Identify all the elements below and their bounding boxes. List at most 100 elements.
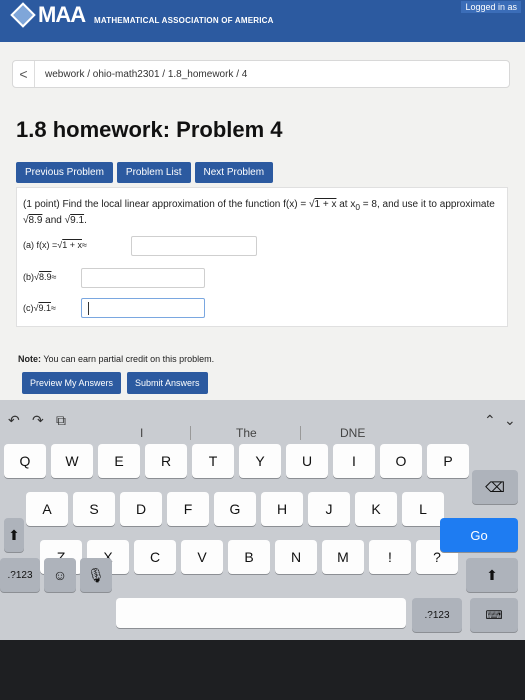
part-b-prefix: (b)	[23, 272, 34, 282]
answer-input-c[interactable]	[81, 298, 205, 318]
suggestion-2[interactable]: The	[236, 426, 257, 440]
shift-icon: ⬆	[8, 526, 20, 543]
approx-symbol-a: ≈	[81, 240, 87, 250]
shift-key-right[interactable]: ⬆	[466, 558, 518, 592]
microphone-icon: 🎙	[87, 566, 105, 583]
key-k[interactable]: K	[355, 492, 397, 526]
breadcrumb-path[interactable]: webwork / ohio-math2301 / 1.8_homework /…	[35, 69, 247, 80]
key-y[interactable]: Y	[239, 444, 281, 478]
desk-background	[0, 640, 525, 700]
submit-answers-button[interactable]: Submit Answers	[127, 372, 208, 394]
key-a[interactable]: A	[26, 492, 68, 526]
backspace-icon: ⌫	[485, 478, 505, 495]
suggestion-divider	[190, 426, 191, 440]
key-l[interactable]: L	[402, 492, 444, 526]
key-m[interactable]: M	[322, 540, 364, 574]
backspace-key[interactable]: ⌫	[472, 470, 518, 504]
numbers-key-left[interactable]: .?123	[0, 558, 40, 592]
key-q[interactable]: Q	[4, 444, 46, 478]
key-v[interactable]: V	[181, 540, 223, 574]
paste-icon[interactable]: ⧉	[56, 412, 66, 429]
breadcrumb-back-button[interactable]: <	[13, 61, 35, 87]
part-c-label: (c) √ 9.1 ≈	[23, 303, 56, 313]
keyboard-toolbar: ↶ ↷ ⧉ I The DNE ⌃ ⌄	[0, 400, 525, 440]
part-a-label: (a) f(x) = √ 1 + x ≈	[23, 240, 87, 250]
key-c[interactable]: C	[134, 540, 176, 574]
period: .	[84, 215, 87, 226]
part-c-radicand: 9.1	[38, 303, 51, 313]
key-sym[interactable]: !	[369, 540, 411, 574]
key-t[interactable]: T	[192, 444, 234, 478]
shift-icon: ⬆	[486, 566, 498, 583]
part-b-label: (b) √ 8.9 ≈	[23, 272, 57, 282]
text-cursor	[88, 302, 89, 315]
key-f[interactable]: F	[167, 492, 209, 526]
next-problem-button[interactable]: Next Problem	[194, 162, 274, 183]
redo-icon[interactable]: ↷	[32, 412, 44, 429]
key-r[interactable]: R	[145, 444, 187, 478]
key-j[interactable]: J	[308, 492, 350, 526]
answer-input-a[interactable]	[131, 236, 257, 256]
microphone-key[interactable]: 🎙	[80, 558, 112, 592]
suggestion-1[interactable]: I	[140, 426, 143, 440]
part-a-radicand: 1 + x	[62, 240, 82, 250]
logo-text: MAA	[38, 2, 86, 27]
and-text: and	[42, 215, 65, 226]
page-title: 1.8 homework: Problem 4	[16, 117, 283, 142]
space-key[interactable]	[116, 598, 406, 628]
emoji-icon: ☺	[52, 567, 68, 583]
partial-credit-note: Note: You can earn partial credit on thi…	[18, 354, 214, 364]
problem-at: at x	[336, 199, 356, 210]
key-u[interactable]: U	[286, 444, 328, 478]
on-screen-keyboard: ↶ ↷ ⧉ I The DNE ⌃ ⌄ QWERTYUIOP ASDFGHJKL…	[0, 400, 525, 640]
approx-symbol-c: ≈	[50, 303, 56, 313]
logged-in-status[interactable]: Logged in as	[461, 1, 521, 13]
submit-area: Preview My Answers Submit Answers	[22, 372, 208, 394]
function-radicand: 1 + x	[314, 199, 337, 210]
hide-keyboard-key[interactable]: ⌨	[470, 598, 518, 632]
key-g[interactable]: G	[214, 492, 256, 526]
hide-keyboard-icon: ⌨	[485, 608, 503, 622]
site-header: MAA MATHEMATICAL ASSOCIATION OF AMERICA …	[0, 0, 525, 42]
breadcrumb: < webwork / ohio-math2301 / 1.8_homework…	[12, 60, 510, 88]
undo-icon[interactable]: ↶	[8, 412, 20, 429]
shift-key-left[interactable]: ⬆	[4, 518, 24, 552]
key-d[interactable]: D	[120, 492, 162, 526]
key-w[interactable]: W	[51, 444, 93, 478]
key-i[interactable]: I	[333, 444, 375, 478]
maa-diamond-icon	[10, 2, 36, 28]
key-o[interactable]: O	[380, 444, 422, 478]
chevron-down-icon[interactable]: ⌄	[504, 412, 516, 429]
note-text: You can earn partial credit on this prob…	[41, 354, 215, 364]
org-name: MATHEMATICAL ASSOCIATION OF AMERICA	[94, 16, 274, 25]
part-c-prefix: (c)	[23, 303, 34, 313]
key-n[interactable]: N	[275, 540, 317, 574]
page-content: < webwork / ohio-math2301 / 1.8_homework…	[0, 42, 525, 400]
key-h[interactable]: H	[261, 492, 303, 526]
previous-problem-button[interactable]: Previous Problem	[16, 162, 113, 183]
preview-answers-button[interactable]: Preview My Answers	[22, 372, 122, 394]
chevron-up-icon[interactable]: ⌃	[484, 412, 496, 429]
suggestion-divider	[300, 426, 301, 440]
emoji-key[interactable]: ☺	[44, 558, 76, 592]
problem-intro: (1 point) Find the local linear approxim…	[23, 199, 309, 210]
go-key[interactable]: Go	[440, 518, 518, 552]
problem-statement: (1 point) Find the local linear approxim…	[23, 199, 495, 226]
approx-symbol-b: ≈	[51, 272, 57, 282]
problem-approx-text: = 8, and use it to approximate	[360, 199, 495, 210]
part-a-prefix: (a) f(x) =	[23, 240, 58, 250]
maa-logo[interactable]: MAA	[10, 2, 86, 28]
numbers-key-right[interactable]: .?123	[412, 598, 462, 632]
part-b-radicand: 8.9	[38, 272, 52, 282]
key-p[interactable]: P	[427, 444, 469, 478]
key-s[interactable]: S	[73, 492, 115, 526]
problem-list-button[interactable]: Problem List	[116, 162, 191, 183]
approx-value-a: 8.9	[28, 215, 43, 226]
note-label: Note:	[18, 354, 41, 364]
suggestion-3[interactable]: DNE	[340, 426, 365, 440]
key-e[interactable]: E	[98, 444, 140, 478]
key-b[interactable]: B	[228, 540, 270, 574]
answer-input-b[interactable]	[81, 268, 205, 288]
problem-body: (1 point) Find the local linear approxim…	[16, 187, 508, 327]
approx-value-b: 9.1	[70, 215, 85, 226]
